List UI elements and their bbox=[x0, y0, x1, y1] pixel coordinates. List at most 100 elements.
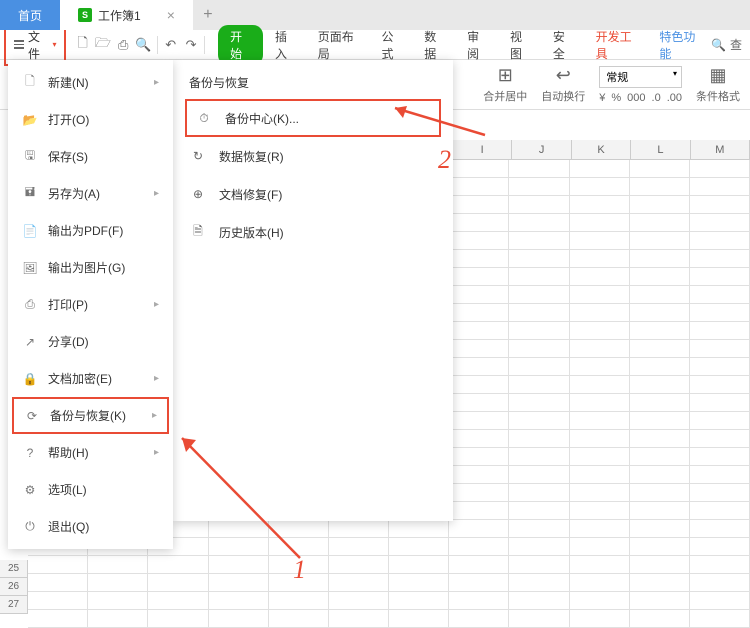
cell[interactable] bbox=[690, 376, 750, 394]
cell[interactable] bbox=[690, 232, 750, 250]
menu-item-share[interactable]: ↗分享(D) bbox=[8, 323, 173, 360]
cell[interactable] bbox=[449, 610, 509, 628]
cell[interactable] bbox=[449, 232, 509, 250]
cell[interactable] bbox=[509, 214, 569, 232]
submenu-item-2[interactable]: ⊕文档修复(F) bbox=[173, 175, 453, 213]
cell[interactable] bbox=[389, 574, 449, 592]
cell[interactable] bbox=[509, 232, 569, 250]
menu-item-exit[interactable]: ⏻退出(Q) bbox=[8, 508, 173, 545]
cell[interactable] bbox=[449, 466, 509, 484]
menu-item-save[interactable]: 🖫保存(S) bbox=[8, 138, 173, 175]
cell[interactable] bbox=[209, 610, 269, 628]
cell[interactable] bbox=[449, 574, 509, 592]
dec-decimal-icon[interactable]: .00 bbox=[667, 92, 682, 104]
cell[interactable] bbox=[690, 556, 750, 574]
cell[interactable] bbox=[449, 250, 509, 268]
cell[interactable] bbox=[389, 592, 449, 610]
cell[interactable] bbox=[630, 322, 690, 340]
cell[interactable] bbox=[630, 430, 690, 448]
cell[interactable] bbox=[570, 358, 630, 376]
cell[interactable] bbox=[690, 286, 750, 304]
cell[interactable] bbox=[690, 592, 750, 610]
row-header[interactable]: 27 bbox=[0, 596, 28, 614]
submenu-item-0[interactable]: ⏱备份中心(K)... bbox=[185, 99, 441, 137]
cell[interactable] bbox=[690, 448, 750, 466]
cell[interactable] bbox=[389, 556, 449, 574]
qat-open-icon[interactable]: 🗁 bbox=[93, 34, 113, 56]
cell[interactable] bbox=[690, 394, 750, 412]
cell[interactable] bbox=[630, 520, 690, 538]
tab-review[interactable]: 审阅 bbox=[457, 24, 498, 66]
cell[interactable] bbox=[269, 592, 329, 610]
cell[interactable] bbox=[148, 556, 208, 574]
cell[interactable] bbox=[209, 538, 269, 556]
submenu-item-3[interactable]: 🗎历史版本(H) bbox=[173, 213, 453, 251]
cell[interactable] bbox=[570, 430, 630, 448]
cell[interactable] bbox=[148, 610, 208, 628]
cell[interactable] bbox=[28, 574, 88, 592]
cell[interactable] bbox=[570, 160, 630, 178]
cell[interactable] bbox=[88, 556, 148, 574]
tab-home[interactable]: 首页 bbox=[0, 0, 60, 30]
currency-icon[interactable]: ¥ bbox=[599, 92, 605, 104]
cell[interactable] bbox=[570, 196, 630, 214]
cell[interactable] bbox=[509, 412, 569, 430]
cell[interactable] bbox=[449, 322, 509, 340]
cell[interactable] bbox=[449, 592, 509, 610]
cell[interactable] bbox=[509, 592, 569, 610]
cell[interactable] bbox=[570, 574, 630, 592]
cell[interactable] bbox=[88, 574, 148, 592]
col-header[interactable]: I bbox=[453, 140, 512, 159]
cell[interactable] bbox=[509, 556, 569, 574]
cell[interactable] bbox=[449, 304, 509, 322]
cell[interactable] bbox=[630, 610, 690, 628]
cell[interactable] bbox=[509, 322, 569, 340]
cell[interactable] bbox=[690, 574, 750, 592]
cell[interactable] bbox=[690, 610, 750, 628]
cell[interactable] bbox=[570, 448, 630, 466]
cell[interactable] bbox=[509, 304, 569, 322]
cell[interactable] bbox=[329, 520, 389, 538]
menu-item-pdf[interactable]: 📄输出为PDF(F) bbox=[8, 212, 173, 249]
tab-dev[interactable]: 开发工具 bbox=[586, 24, 648, 66]
cell[interactable] bbox=[690, 340, 750, 358]
cell[interactable] bbox=[329, 610, 389, 628]
menu-item-lock[interactable]: 🔒文档加密(E)▸ bbox=[8, 360, 173, 397]
row-header[interactable]: 25 bbox=[0, 560, 28, 578]
cell[interactable] bbox=[630, 304, 690, 322]
cell[interactable] bbox=[269, 520, 329, 538]
cell[interactable] bbox=[449, 214, 509, 232]
col-header[interactable]: M bbox=[691, 140, 750, 159]
cell[interactable] bbox=[630, 232, 690, 250]
cell[interactable] bbox=[570, 340, 630, 358]
cell[interactable] bbox=[509, 178, 569, 196]
cell[interactable] bbox=[630, 250, 690, 268]
cell[interactable] bbox=[88, 610, 148, 628]
col-header[interactable]: J bbox=[512, 140, 571, 159]
cell[interactable] bbox=[690, 502, 750, 520]
cell[interactable] bbox=[570, 286, 630, 304]
cell[interactable] bbox=[630, 484, 690, 502]
cell[interactable] bbox=[449, 520, 509, 538]
cell[interactable] bbox=[690, 214, 750, 232]
cell[interactable] bbox=[690, 322, 750, 340]
cell[interactable] bbox=[509, 538, 569, 556]
cell[interactable] bbox=[269, 538, 329, 556]
cell[interactable] bbox=[329, 538, 389, 556]
cell[interactable] bbox=[630, 160, 690, 178]
cell[interactable] bbox=[690, 268, 750, 286]
cell[interactable] bbox=[570, 178, 630, 196]
cell[interactable] bbox=[690, 250, 750, 268]
cell[interactable] bbox=[630, 502, 690, 520]
menu-item-backup[interactable]: ⟳备份与恢复(K)▸ bbox=[12, 397, 169, 434]
cell[interactable] bbox=[570, 250, 630, 268]
cell[interactable] bbox=[570, 592, 630, 610]
cell[interactable] bbox=[449, 394, 509, 412]
cell[interactable] bbox=[570, 376, 630, 394]
cell[interactable] bbox=[690, 196, 750, 214]
cell[interactable] bbox=[570, 502, 630, 520]
number-format-dropdown[interactable]: 常规 bbox=[599, 66, 682, 88]
cell[interactable] bbox=[690, 304, 750, 322]
cell[interactable] bbox=[570, 466, 630, 484]
menu-item-print[interactable]: ⎙打印(P)▸ bbox=[8, 286, 173, 323]
